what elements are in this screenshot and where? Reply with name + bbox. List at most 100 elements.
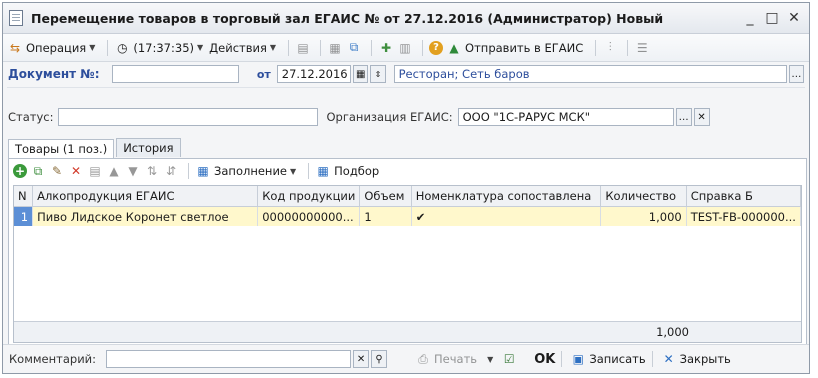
ok-button[interactable]: OK [534, 352, 555, 367]
toolbar-separator [288, 39, 290, 56]
select-label: Подбор [334, 164, 380, 178]
copy-icon[interactable]: ⧉ [346, 40, 362, 56]
comment-field[interactable] [106, 350, 352, 368]
chevron-down-icon: ▼ [89, 43, 96, 52]
goods-table: N Алкопродукция ЕГАИС Код продукции Объе… [13, 185, 802, 343]
structure-icon[interactable]: ▤ [295, 40, 311, 56]
select-button[interactable]: ▦ Подбор [315, 163, 379, 179]
cell-matched-check[interactable]: ✔ [411, 206, 602, 226]
cell-certificate[interactable]: TEST-FB-000000... [686, 206, 802, 226]
from-label: от [256, 67, 271, 81]
print-button[interactable]: ⎙ Печать [415, 351, 477, 367]
select-org-button[interactable]: … [675, 108, 692, 126]
minimize-button[interactable]: _ [741, 10, 759, 26]
help-icon[interactable]: ? [429, 40, 444, 55]
sort-asc-icon[interactable]: ⇅ [144, 163, 160, 179]
total-quantity: 1,000 [656, 325, 689, 339]
cell-product[interactable]: Пиво Лидское Коронет светлое [32, 206, 259, 226]
fill-menu[interactable]: ▦ Заполнение ▼ [195, 163, 296, 179]
end-edit-icon[interactable]: ▤ [87, 163, 103, 179]
add-copy-icon[interactable]: ⧉ [30, 163, 46, 179]
document-window: Перемещение товаров в торговый зал ЕГАИС… [2, 2, 810, 374]
col-matched-header[interactable]: Номенклатура сопоставлена [411, 186, 602, 207]
select-store-button[interactable]: … [788, 65, 804, 83]
col-n-header[interactable]: N [14, 186, 34, 207]
post-check-icon[interactable]: ☑ [501, 351, 517, 367]
close-window-button[interactable]: ✕ [785, 10, 803, 26]
close-icon: ✕ [663, 352, 674, 366]
send-egais-button[interactable]: ▲ Отправить в ЕГАИС [446, 40, 583, 56]
toolbar-separator [627, 39, 629, 56]
post-icon[interactable]: ▦ [327, 40, 343, 56]
search-icon[interactable]: ⚲ [371, 350, 388, 368]
time-label: (17:37:35) [133, 40, 194, 55]
actions-menu[interactable]: Действия ▼ [209, 41, 276, 55]
comment-label: Комментарий: [9, 352, 97, 366]
toolbar-separator [651, 351, 653, 367]
date-field[interactable]: 27.12.2016 [276, 65, 352, 83]
status-field[interactable] [58, 108, 319, 126]
doc-number-label: Документ №: [8, 67, 100, 81]
send-egais-label: Отправить в ЕГАИС [465, 40, 584, 55]
operation-icon: ⇆ [9, 40, 21, 55]
edit-icon[interactable]: ✎ [49, 163, 65, 179]
printer-icon: ⎙ [418, 351, 428, 366]
time-menu[interactable]: ◷ (17:37:35) ▼ [114, 40, 203, 56]
save-label: Записать [589, 352, 646, 366]
toolbar-separator [595, 39, 597, 56]
doc-number-field[interactable] [111, 65, 239, 83]
main-toolbar: ⇆ Операция ▼ ◷ (17:37:35) ▼ Действия ▼ ▤… [3, 34, 809, 62]
create-based-on-icon[interactable]: ✚ [378, 40, 394, 56]
print-chevron-down-icon[interactable]: ▼ [487, 355, 493, 364]
clear-org-button[interactable]: ✕ [693, 108, 710, 126]
toolbar-separator [188, 163, 189, 179]
org-label: Организация ЕГАИС: [326, 110, 453, 124]
tab-history[interactable]: История [116, 138, 181, 157]
save-button[interactable]: ▣ Записать [570, 351, 646, 367]
report-icon[interactable]: ▥ [397, 40, 413, 56]
add-icon[interactable]: + [13, 164, 27, 178]
col-certificate-header[interactable]: Справка Б [686, 186, 802, 207]
cell-quantity[interactable]: 1,000 [600, 206, 687, 226]
title-bar: Перемещение товаров в торговый зал ЕГАИС… [3, 3, 809, 34]
sort-desc-icon[interactable]: ⇵ [163, 163, 179, 179]
col-quantity-header[interactable]: Количество [600, 186, 687, 207]
org-field[interactable]: ООО "1С-РАРУС МСК" [457, 108, 674, 126]
clear-comment-button[interactable]: ✕ [353, 350, 370, 368]
status-label: Статус: [8, 110, 54, 124]
chevron-down-icon: ▼ [269, 43, 277, 52]
doc-number-row: Документ №: от 27.12.2016 ▦ ⇕ Ресторан; … [3, 65, 809, 83]
tab-goods[interactable]: Товары (1 поз.) [8, 139, 115, 158]
table-header-row: N Алкопродукция ЕГАИС Код продукции Объе… [14, 186, 802, 207]
select-icon: ▦ [317, 164, 329, 178]
chevron-down-icon: ▼ [290, 166, 297, 176]
table-row[interactable]: 1 Пиво Лидское Коронет светлое 000000000… [14, 206, 802, 226]
columns-icon[interactable]: ⫶ [602, 40, 618, 56]
toolbar-separator [320, 39, 322, 56]
toolbar-separator [371, 39, 373, 56]
tab-bar: Товары (1 поз.) История [8, 138, 183, 158]
print-label: Печать [434, 352, 478, 366]
delete-icon[interactable]: ✕ [68, 163, 84, 179]
separator-line [7, 87, 805, 88]
goods-panel: + ⧉ ✎ ✕ ▤ ▲ ▼ ⇅ ⇵ ▦ Заполнение ▼ ▦ Подбо… [8, 158, 807, 347]
operation-menu[interactable]: ⇆ Операция ▼ [7, 40, 95, 56]
store-field[interactable]: Ресторан; Сеть баров [393, 65, 787, 83]
close-button[interactable]: ✕ Закрыть [661, 351, 731, 367]
list-icon[interactable]: ☰ [634, 40, 650, 56]
spin-icon[interactable]: ⇕ [370, 65, 386, 83]
col-volume-header[interactable]: Объем [359, 186, 412, 207]
move-up-icon[interactable]: ▲ [106, 163, 122, 179]
col-code-header[interactable]: Код продукции [257, 186, 361, 207]
col-product-header[interactable]: Алкопродукция ЕГАИС [32, 186, 259, 207]
calendar-icon[interactable]: ▦ [353, 65, 369, 83]
cell-code[interactable]: 00000000000... [257, 206, 361, 226]
move-down-icon[interactable]: ▼ [125, 163, 141, 179]
arrow-up-icon: ▲ [449, 40, 459, 55]
actions-label: Действия [209, 40, 267, 55]
goods-table-grid: N Алкопродукция ЕГАИС Код продукции Объе… [14, 186, 802, 226]
totals-row: 1,000 [14, 321, 801, 342]
maximize-button[interactable]: □ [763, 10, 781, 26]
cell-volume[interactable]: 1 [359, 206, 412, 226]
row-number: 1 [14, 206, 34, 226]
